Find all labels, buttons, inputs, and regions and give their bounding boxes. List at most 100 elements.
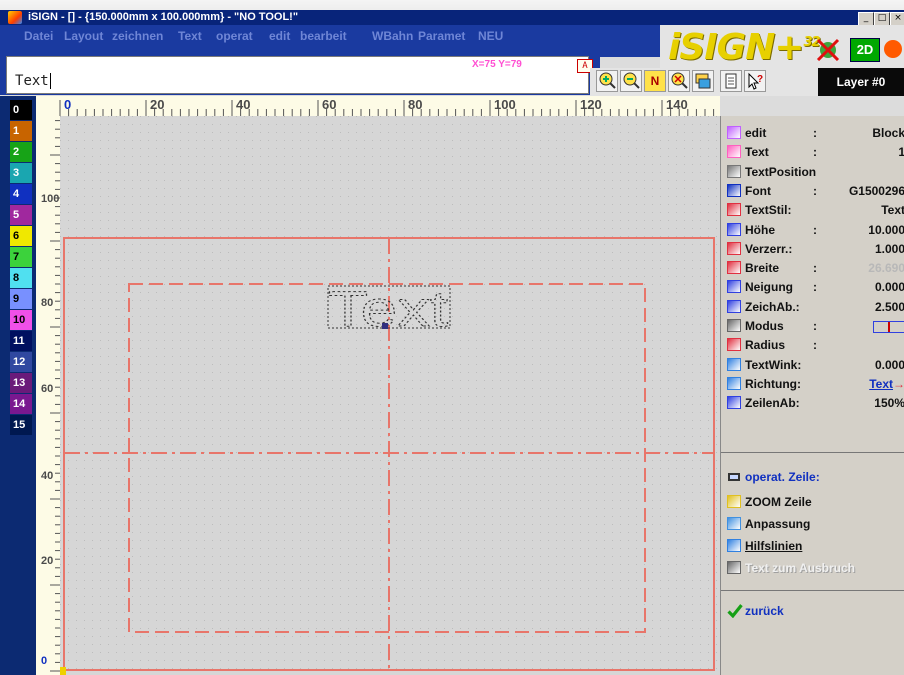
slant-icon (727, 280, 741, 294)
canvas-text-object: Text (328, 281, 448, 337)
menu-operat[interactable]: operat (216, 29, 253, 43)
palette-color-2[interactable]: 2 (10, 142, 32, 162)
palette-color-1[interactable]: 1 (10, 121, 32, 141)
property-panel: edit: Block Text: 1 TextPosition Font: G150029… (720, 116, 904, 675)
menu-wbahn[interactable]: WBahn (372, 29, 413, 43)
guides-icon (727, 539, 741, 552)
palette-color-12[interactable]: 12 (10, 352, 32, 372)
help-pointer-icon[interactable]: ? (744, 70, 766, 92)
menu-layout[interactable]: Layout (64, 29, 103, 43)
font-icon (727, 183, 741, 197)
property-label: TextWink: (745, 357, 802, 372)
notepad-icon[interactable] (720, 70, 742, 92)
property-label: Verzerr.: (745, 241, 793, 256)
close-button[interactable]: × (890, 12, 904, 26)
palette-color-6[interactable]: 6 (10, 226, 32, 246)
property-linespacing[interactable]: ZeilenAb: 150% (727, 394, 904, 412)
action-label: Text zum Ausbruch (745, 561, 856, 575)
zoom-out-icon[interactable] (620, 70, 642, 92)
canvas-drawing: Text (60, 116, 720, 675)
palette-color-13[interactable]: 13 (10, 373, 32, 393)
palette-color-8[interactable]: 8 (10, 268, 32, 288)
cross-tool-icon[interactable] (816, 37, 840, 61)
action-explode[interactable]: Text zum Ausbruch (727, 559, 904, 577)
property-label: Neigung (745, 280, 793, 295)
property-edit[interactable]: edit: Block (727, 124, 904, 142)
stop-icon[interactable] (884, 40, 902, 58)
ruler-label: 20 (41, 555, 54, 567)
zoom-fit-icon[interactable] (668, 70, 690, 92)
palette-color-0[interactable]: 0 (10, 100, 32, 120)
text-anchor-handle (382, 323, 388, 329)
menu-paramet[interactable]: Paramet (418, 29, 465, 43)
property-value: Text (881, 203, 904, 218)
palette-color-3[interactable]: 3 (10, 163, 32, 183)
app-icon (8, 11, 22, 24)
property-font[interactable]: Font: G1500296 (727, 182, 904, 200)
layer-button[interactable]: Layer #0 (818, 68, 904, 96)
svg-text:?: ? (757, 74, 763, 85)
property-radius[interactable]: Radius: (727, 336, 904, 354)
palette-color-4[interactable]: 4 (10, 184, 32, 204)
menu-text[interactable]: Text (178, 29, 202, 43)
fit-icon (727, 517, 741, 530)
drawing-canvas[interactable]: Text (60, 116, 720, 675)
property-height[interactable]: Höhe: 10.000 (727, 221, 904, 239)
palette-color-11[interactable]: 11 (10, 331, 32, 351)
mode-align-icon[interactable] (873, 321, 904, 333)
property-value: 1.000 (874, 241, 904, 256)
property-width[interactable]: Breite: 26.690 (727, 259, 904, 277)
property-label: Höhe (745, 222, 775, 237)
property-value: 0.000 (874, 357, 904, 372)
property-label: Richtung: (745, 376, 801, 391)
maximize-button[interactable]: □ (874, 12, 890, 26)
property-textstyle[interactable]: TextStil: Text (727, 201, 904, 219)
menu-datei[interactable]: Datei (24, 29, 53, 43)
minimize-button[interactable]: _ (858, 12, 874, 26)
property-position[interactable]: TextPosition (727, 163, 904, 181)
2d-mode-button[interactable]: 2D (850, 38, 880, 62)
palette-color-5[interactable]: 5 (10, 205, 32, 225)
ruler-label: 40 (236, 97, 251, 112)
property-text[interactable]: Text: 1 (727, 143, 904, 161)
menu-neu[interactable]: NEU (478, 29, 503, 43)
ruler-label: 40 (41, 470, 54, 482)
palette-color-10[interactable]: 10 (10, 310, 32, 330)
width-icon (727, 261, 741, 275)
palette-color-15[interactable]: 15 (10, 415, 32, 435)
left-ruler: 100 80 60 40 20 0 (36, 116, 61, 675)
panel-separator (721, 590, 904, 591)
palette-color-7[interactable]: 7 (10, 247, 32, 267)
action-fit[interactable]: Anpassung (727, 515, 904, 533)
action-label: Anpassung (745, 517, 811, 531)
mode-icon (727, 319, 741, 332)
action-zoom-line[interactable]: ZOOM Zeile (727, 493, 904, 511)
action-label: ZOOM Zeile (745, 495, 812, 509)
property-slant[interactable]: Neigung: 0.000 (727, 278, 904, 296)
explode-icon (727, 561, 741, 574)
window-title: iSIGN - [] - {150.000mm x 100.000mm} - "… (28, 11, 299, 23)
isign-logo: iSIGN+32 (668, 27, 821, 68)
palette-color-14[interactable]: 14 (10, 394, 32, 414)
palette-color-9[interactable]: 9 (10, 289, 32, 309)
property-distort[interactable]: Verzerr.: 1.000 (727, 240, 904, 258)
property-mode[interactable]: Modus: (727, 317, 904, 335)
zoom-in-icon[interactable] (596, 70, 618, 92)
property-label: Radius (745, 338, 786, 353)
layers-icon[interactable] (692, 70, 714, 92)
text-cursor: ​ (49, 73, 51, 89)
height-icon (727, 222, 741, 236)
n-icon[interactable]: N (644, 70, 666, 92)
property-angle[interactable]: TextWink: 0.000 (727, 356, 904, 374)
menu-bearbeit[interactable]: bearbeit (300, 29, 347, 43)
command-input[interactable]: Text​ X=75 Y=79 A (6, 56, 593, 94)
property-spacing[interactable]: ZeichAb.: 2.500 (727, 298, 904, 316)
action-guides[interactable]: Hilfslinien (727, 537, 904, 555)
back-button[interactable]: zurück (727, 602, 904, 620)
menu-zeichnen[interactable]: zeichnen (112, 29, 163, 43)
property-separator: : (813, 145, 817, 160)
direction-icon (727, 376, 741, 390)
property-label: ZeichAb.: (745, 299, 800, 314)
property-direction[interactable]: Richtung: Text → (727, 375, 904, 393)
menu-edit[interactable]: edit (269, 29, 290, 43)
